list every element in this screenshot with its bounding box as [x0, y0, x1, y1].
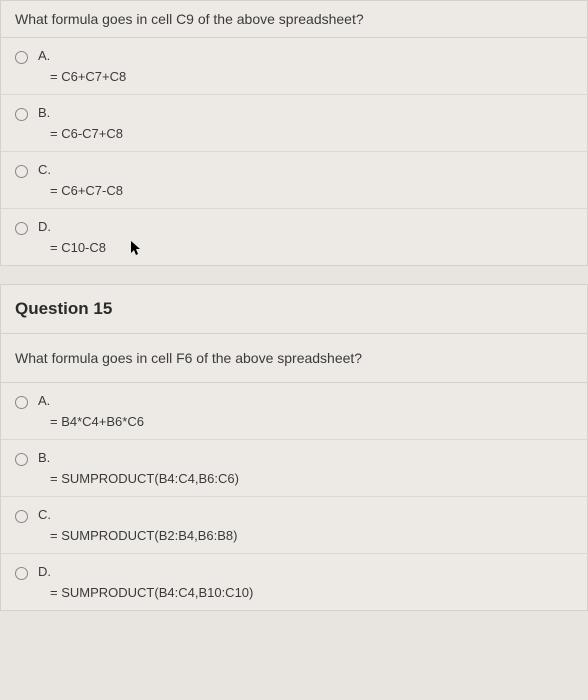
option-text: = SUMPRODUCT(B2:B4,B6:B8): [38, 528, 573, 543]
radio-icon[interactable]: [15, 108, 28, 121]
question-2-block: Question 15 What formula goes in cell F6…: [0, 284, 588, 611]
option-text: = B4*C4+B6*C6: [38, 414, 573, 429]
question-1-block: What formula goes in cell C9 of the abov…: [0, 0, 588, 266]
option-text: = C6+C7+C8: [38, 69, 573, 84]
option-text: = C10-C8: [38, 240, 573, 255]
option-content: C. = C6+C7-C8: [38, 162, 573, 198]
question-2-prompt: What formula goes in cell F6 of the abov…: [1, 334, 587, 383]
option-letter: D.: [38, 564, 573, 579]
option-letter: D.: [38, 219, 573, 234]
option-row[interactable]: D. = SUMPRODUCT(B4:C4,B10:C10): [1, 554, 587, 610]
option-letter: C.: [38, 162, 573, 177]
option-content: D. = C10-C8: [38, 219, 573, 255]
option-text: = SUMPRODUCT(B4:C4,B10:C10): [38, 585, 573, 600]
option-letter: B.: [38, 450, 573, 465]
option-letter: B.: [38, 105, 573, 120]
option-content: A. = C6+C7+C8: [38, 48, 573, 84]
option-letter: C.: [38, 507, 573, 522]
option-content: D. = SUMPRODUCT(B4:C4,B10:C10): [38, 564, 573, 600]
radio-icon[interactable]: [15, 396, 28, 409]
option-letter: A.: [38, 48, 573, 63]
option-row[interactable]: C. = C6+C7-C8: [1, 152, 587, 209]
option-content: B. = SUMPRODUCT(B4:C4,B6:C6): [38, 450, 573, 486]
option-row[interactable]: A. = C6+C7+C8: [1, 38, 587, 95]
option-row[interactable]: D. = C10-C8: [1, 209, 587, 265]
option-letter: A.: [38, 393, 573, 408]
radio-icon[interactable]: [15, 51, 28, 64]
option-text: = C6-C7+C8: [38, 126, 573, 141]
option-row[interactable]: C. = SUMPRODUCT(B2:B4,B6:B8): [1, 497, 587, 554]
radio-icon[interactable]: [15, 222, 28, 235]
option-row[interactable]: B. = C6-C7+C8: [1, 95, 587, 152]
radio-icon[interactable]: [15, 165, 28, 178]
option-content: C. = SUMPRODUCT(B2:B4,B6:B8): [38, 507, 573, 543]
question-2-header: Question 15: [1, 285, 587, 334]
radio-icon[interactable]: [15, 453, 28, 466]
option-content: A. = B4*C4+B6*C6: [38, 393, 573, 429]
option-text: = C6+C7-C8: [38, 183, 573, 198]
option-text: = SUMPRODUCT(B4:C4,B6:C6): [38, 471, 573, 486]
question-2-options: A. = B4*C4+B6*C6 B. = SUMPRODUCT(B4:C4,B…: [1, 383, 587, 610]
question-1-options: A. = C6+C7+C8 B. = C6-C7+C8 C. = C6+C7-C…: [1, 38, 587, 265]
question-1-prompt: What formula goes in cell C9 of the abov…: [1, 1, 587, 38]
radio-icon[interactable]: [15, 567, 28, 580]
option-content: B. = C6-C7+C8: [38, 105, 573, 141]
option-row[interactable]: B. = SUMPRODUCT(B4:C4,B6:C6): [1, 440, 587, 497]
radio-icon[interactable]: [15, 510, 28, 523]
option-row[interactable]: A. = B4*C4+B6*C6: [1, 383, 587, 440]
